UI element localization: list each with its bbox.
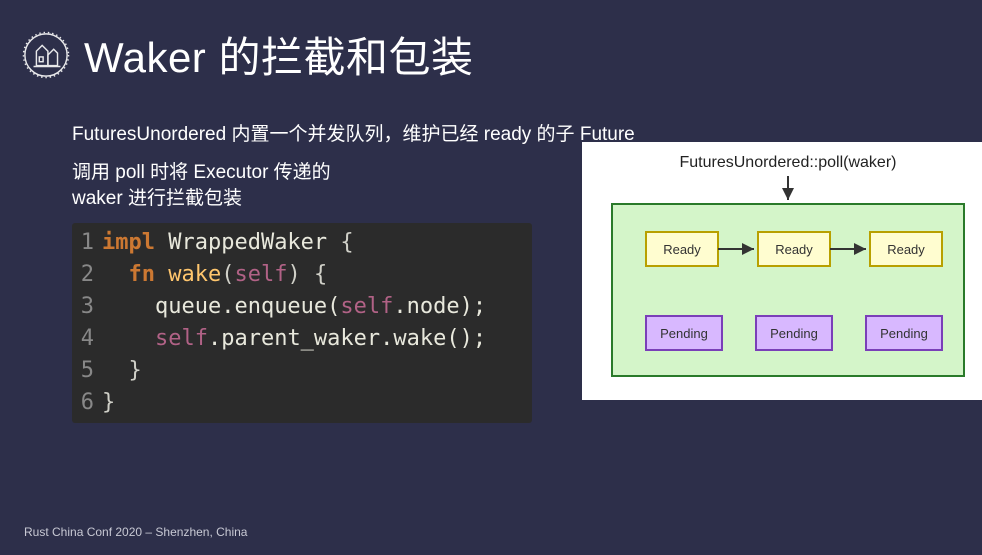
- code-line: 6 }: [72, 387, 532, 419]
- code-line: 2 fn wake(self) {: [72, 259, 532, 291]
- futures-unordered-diagram-icon: Ready Ready Ready Pending Pending Pendin…: [598, 174, 978, 384]
- svg-text:Ready: Ready: [887, 242, 925, 257]
- slide-footer: Rust China Conf 2020 – Shenzhen, China: [24, 525, 247, 539]
- svg-text:Ready: Ready: [775, 242, 813, 257]
- code-line: 4 self.parent_waker.wake();: [72, 323, 532, 355]
- diagram-title: FuturesUnordered::poll(waker): [598, 154, 978, 172]
- left-column: 调用 poll 时将 Executor 传递的 waker 进行拦截包装 1 i…: [72, 160, 532, 423]
- description-line-2: 调用 poll 时将 Executor 传递的 waker 进行拦截包装: [72, 160, 532, 211]
- svg-text:Pending: Pending: [770, 326, 818, 341]
- code-line: 1 impl WrappedWaker {: [72, 227, 532, 259]
- slide-title: Waker 的拦截和包装: [84, 24, 473, 85]
- slide-header: Waker 的拦截和包装: [0, 0, 982, 85]
- code-line: 5 }: [72, 355, 532, 387]
- conference-logo-icon: [22, 31, 70, 79]
- svg-text:Pending: Pending: [660, 326, 708, 341]
- diagram-panel: FuturesUnordered::poll(waker) Ready Read…: [582, 142, 982, 400]
- svg-text:Pending: Pending: [880, 326, 928, 341]
- slide-content: FuturesUnordered 内置一个并发队列，维护已经 ready 的子 …: [0, 85, 982, 423]
- code-block: 1 impl WrappedWaker { 2 fn wake(self) { …: [72, 223, 532, 422]
- code-line: 3 queue.enqueue(self.node);: [72, 291, 532, 323]
- svg-text:Ready: Ready: [663, 242, 701, 257]
